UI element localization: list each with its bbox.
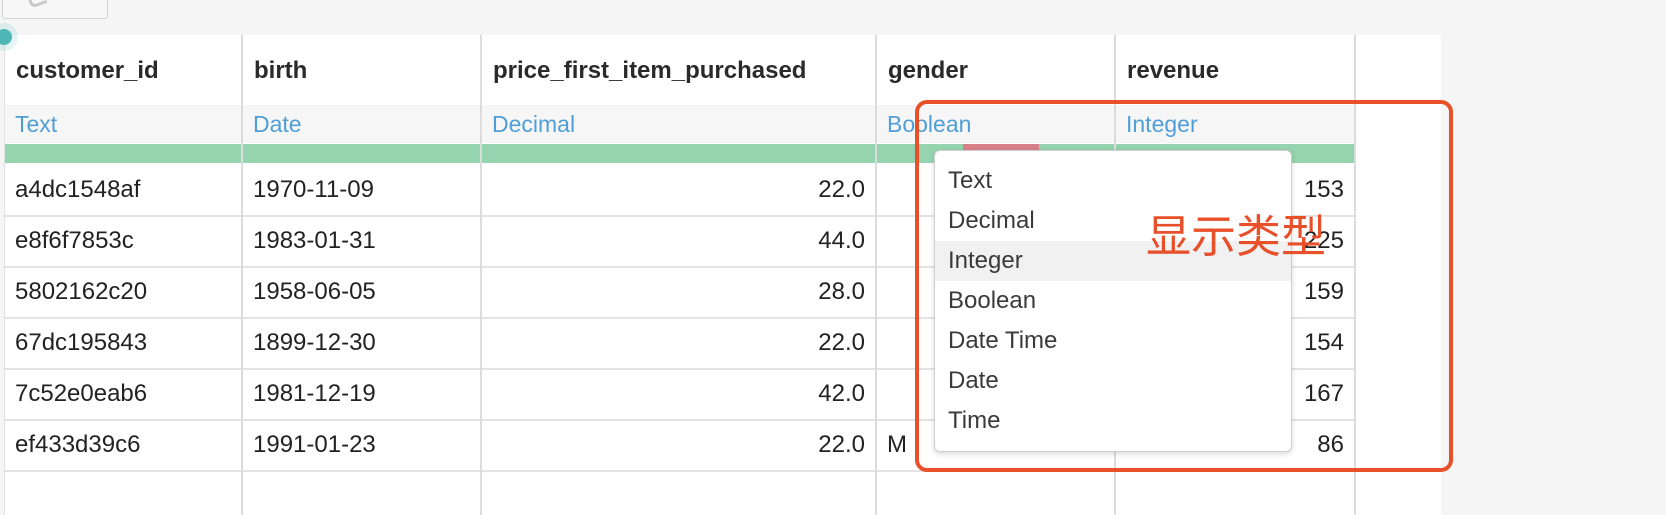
cell-value: 1899-12-30 (253, 329, 376, 356)
data-quality-bar (5, 144, 241, 163)
column-type-label: Date (253, 111, 302, 137)
column-header-label: birth (254, 57, 308, 84)
table-cell[interactable]: 44.0 (482, 214, 875, 268)
column-header[interactable]: birth (243, 35, 480, 105)
type-option-label: Decimal (948, 207, 1035, 234)
type-option-time[interactable]: Time (935, 401, 1291, 441)
table-cell[interactable]: 42.0 (482, 367, 875, 421)
table-cell[interactable]: 1983-01-31 (243, 214, 480, 268)
table-cell[interactable]: 5802162c20 (5, 265, 241, 319)
cell-value: 7c52e0eab6 (15, 380, 148, 407)
column-header[interactable]: price_first_item_purchased (482, 35, 875, 105)
toolbar-button[interactable] (2, 0, 108, 19)
column-header-label: gender (888, 57, 969, 84)
data-quality-bar (243, 144, 480, 163)
table-cell[interactable]: 1899-12-30 (243, 316, 480, 370)
cell-value: 22.0 (818, 329, 865, 356)
type-option-label: Integer (948, 247, 1023, 274)
cell-value: 28.0 (818, 278, 865, 305)
cell-value: 44.0 (818, 227, 865, 254)
table-cell[interactable]: e8f6f7853c (5, 214, 241, 268)
table-cell[interactable]: 1981-12-19 (243, 367, 480, 421)
table-cell[interactable]: 22.0 (482, 163, 875, 217)
table-cell[interactable]: 1991-01-23 (243, 418, 480, 472)
cell-value: e8f6f7853c (15, 227, 134, 254)
type-option-label: Text (948, 167, 993, 194)
column-type-selector[interactable]: Decimal (482, 105, 875, 143)
type-option-label: Date Time (948, 327, 1058, 354)
column-header-label: price_first_item_purchased (493, 57, 807, 84)
cell-value: 1958-06-05 (253, 278, 376, 305)
cell-value: 86 (1317, 431, 1344, 458)
column-type-label: Decimal (492, 111, 576, 137)
column-type-selector[interactable]: Text (5, 105, 241, 143)
type-option-label: Time (948, 407, 1001, 434)
type-dropdown-menu: Text Decimal Integer Boolean Date Time Date Ti… (934, 150, 1292, 452)
table-cell[interactable]: 7c52e0eab6 (5, 367, 241, 421)
type-option-date-time[interactable]: Date Time (935, 321, 1291, 361)
column-header[interactable]: customer_id (5, 35, 241, 105)
tool-icon (27, 0, 48, 9)
annotation-text: 显示类型 (1146, 210, 1327, 263)
cell-value: 167 (1303, 380, 1344, 407)
cell-value: 159 (1303, 278, 1344, 305)
column-header[interactable]: gender (877, 35, 1114, 105)
cell-value: 1991-01-23 (253, 431, 376, 458)
type-option-label: Date (948, 367, 999, 394)
cell-value: 1983-01-31 (253, 227, 376, 254)
cell-value: M (887, 431, 907, 458)
table-cell[interactable]: 1970-11-09 (243, 163, 480, 217)
column-type-selector[interactable]: Date (243, 105, 480, 143)
table-cell[interactable]: 22.0 (482, 418, 875, 472)
cell-value: 22.0 (818, 431, 865, 458)
table-cell[interactable]: 1958-06-05 (243, 265, 480, 319)
cell-value: ef433d39c6 (15, 431, 141, 458)
column-price_first_item_purchased: price_first_item_purchased Decimal 22.0 44.… (482, 35, 877, 515)
table-cell[interactable]: 28.0 (482, 265, 875, 319)
column-type-label: Boolean (887, 111, 972, 137)
column-type-label: Text (15, 111, 58, 137)
table-cell[interactable]: ef433d39c6 (5, 418, 241, 472)
column-type-selector[interactable]: Integer (1116, 105, 1354, 143)
type-option-boolean[interactable]: Boolean (935, 281, 1291, 321)
cell-value: a4dc1548af (15, 176, 141, 203)
cell-value: 5802162c20 (15, 278, 148, 305)
column-header[interactable]: revenue (1116, 35, 1354, 105)
type-option-label: Boolean (948, 287, 1037, 314)
table-cell[interactable]: 22.0 (482, 316, 875, 370)
table-cell[interactable]: a4dc1548af (5, 163, 241, 217)
column-header-label: revenue (1127, 57, 1220, 84)
cell-value: 154 (1303, 329, 1344, 356)
table-cell[interactable]: 67dc195843 (5, 316, 241, 370)
type-option-text[interactable]: Text (935, 161, 1291, 201)
column-customer_id: customer_id Text a4dc1548af e8f6f7853c 58021… (5, 35, 243, 515)
cell-value: 42.0 (818, 380, 865, 407)
cell-value: 67dc195843 (15, 329, 148, 356)
cell-value: 1981-12-19 (253, 380, 376, 407)
data-quality-bar (482, 144, 875, 163)
column-birth: birth Date 1970-11-09 1983-01-31 1958-06-05 1… (243, 35, 482, 515)
column-type-label: Integer (1126, 111, 1198, 137)
cell-value: 22.0 (818, 176, 865, 203)
column-header-label: customer_id (16, 57, 159, 84)
cell-value: 1970-11-09 (253, 176, 374, 203)
type-option-date[interactable]: Date (935, 361, 1291, 401)
column-type-selector[interactable]: Boolean (877, 105, 1114, 143)
